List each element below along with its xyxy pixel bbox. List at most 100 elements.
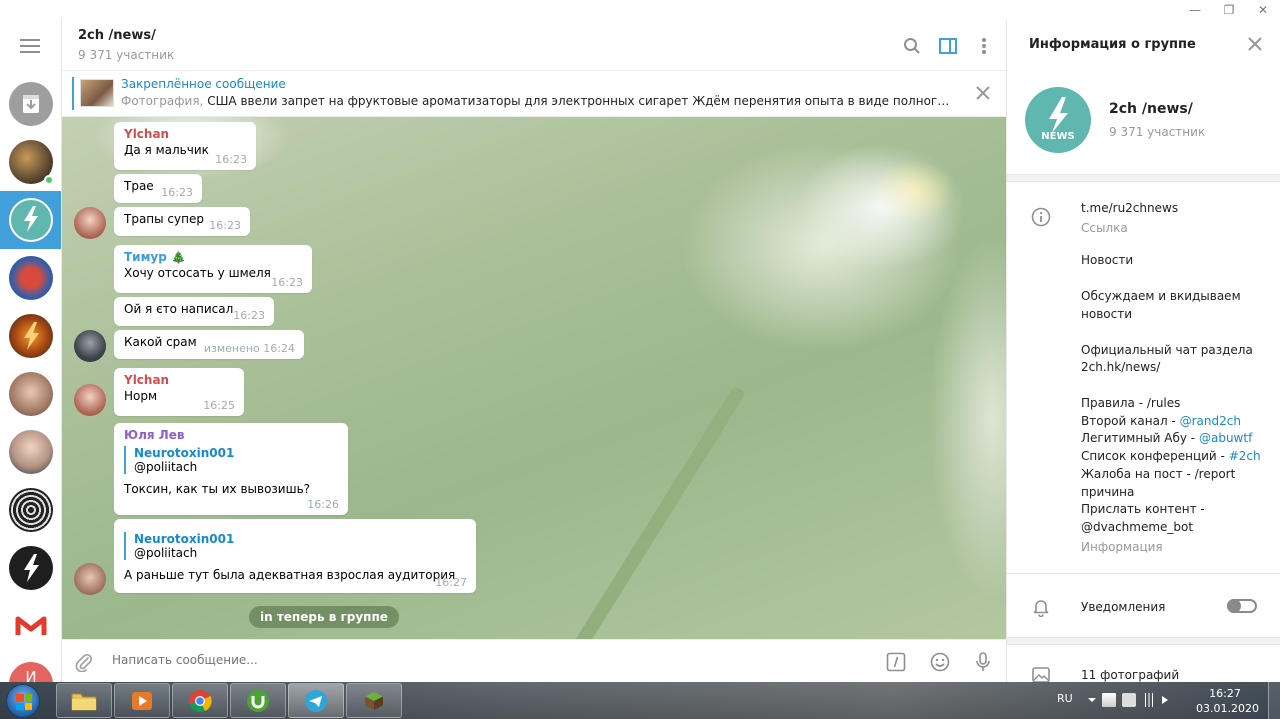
side-panel-icon[interactable] — [937, 35, 959, 57]
network-signal-icon[interactable] — [1142, 693, 1156, 707]
reply-quote[interactable]: Neurotoxin001 @poliitach — [124, 446, 338, 474]
chat-item-3[interactable] — [0, 249, 61, 307]
chat-item-4[interactable] — [0, 307, 61, 365]
bot-link[interactable]: @dvachmeme_bot — [1081, 520, 1193, 534]
message-bubble[interactable]: Ой я єто написал 16:23 — [114, 297, 274, 326]
grass-block-icon — [365, 691, 383, 710]
message-time: изменено 16:24 — [203, 342, 295, 355]
commands-icon[interactable] — [884, 650, 908, 674]
group-link[interactable]: t.me/ru2chnews — [1081, 201, 1178, 215]
message-bubble[interactable]: Ylchan Да я мальчик 16:23 — [114, 122, 256, 170]
message-time: 16:23 — [271, 276, 303, 289]
tray-icons — [1088, 693, 1176, 707]
utorrent-taskbar-button[interactable] — [230, 683, 286, 718]
compose-bar — [62, 639, 1006, 682]
archive-chat[interactable] — [0, 75, 61, 133]
show-desktop-button[interactable] — [1268, 682, 1280, 719]
flag-icon[interactable] — [1102, 693, 1116, 707]
message-time: 16:23 — [209, 219, 241, 232]
pinned-message-bar[interactable]: Закреплённое сообщение Фотография, США в… — [62, 71, 1006, 117]
menu-icon[interactable] — [20, 39, 40, 53]
description-link[interactable]: 2ch.hk/news/ — [1081, 360, 1160, 374]
user-link[interactable]: @abuwtf — [1199, 431, 1252, 445]
usb-icon[interactable] — [1122, 693, 1136, 707]
chrome-taskbar-button[interactable] — [172, 683, 228, 718]
pinned-kind: Фотография, — [121, 94, 204, 108]
start-button[interactable] — [6, 684, 40, 718]
explorer-taskbar-button[interactable] — [56, 683, 112, 718]
chat-title[interactable]: 2ch /news/ — [78, 28, 156, 43]
minecraft-taskbar-button[interactable] — [346, 683, 402, 718]
user-avatar[interactable] — [74, 384, 106, 416]
avatar — [9, 430, 53, 474]
notifications-label: Уведомления — [1081, 600, 1166, 614]
description-label: Информация — [1081, 540, 1163, 554]
windows-taskbar: RU 16:27 03.01.2020 — [0, 682, 1280, 719]
message-input[interactable] — [112, 653, 812, 667]
message-bubble[interactable]: Ylchan Норм 16:25 — [114, 368, 244, 416]
message-bubble[interactable]: Тимур 🎄 Хочу отсосать у шмеля 16:23 — [114, 245, 312, 293]
message-bubble[interactable]: Какой срам изменено 16:24 — [114, 330, 304, 359]
user-avatar[interactable] — [74, 207, 106, 239]
telegram-taskbar-button[interactable] — [288, 683, 344, 718]
reply-quote[interactable]: Neurotoxin001 @poliitach — [124, 532, 466, 560]
hashtag-link[interactable]: #2ch — [1229, 449, 1261, 463]
chat-item-5[interactable] — [0, 365, 61, 423]
photos-count[interactable]: 11 фотографий — [1081, 668, 1179, 682]
message-author[interactable]: Юля Лев — [124, 428, 338, 442]
divider — [1007, 174, 1280, 182]
close-pinned-icon[interactable] — [974, 84, 992, 102]
volume-icon[interactable] — [1162, 696, 1176, 704]
restore-button[interactable]: ❐ — [1212, 0, 1246, 19]
close-window-button[interactable]: ✕ — [1246, 0, 1280, 19]
reply-author: Neurotoxin001 — [134, 532, 235, 546]
media-player-taskbar-button[interactable] — [114, 683, 170, 718]
avatar — [9, 488, 53, 532]
chat-item-10[interactable]: И — [0, 655, 61, 682]
gmail-icon — [9, 604, 53, 648]
show-hidden-icons-icon[interactable] — [1088, 698, 1096, 702]
attach-icon[interactable] — [72, 650, 96, 674]
message-bubble[interactable]: Трапы супер 16:23 — [114, 207, 250, 236]
microphone-icon[interactable] — [971, 650, 995, 674]
chat-item-6[interactable] — [0, 423, 61, 481]
message-bubble[interactable]: Трае 16:23 — [114, 174, 202, 203]
clock-time: 16:27 — [1209, 687, 1241, 700]
chat-item-1[interactable] — [0, 133, 61, 191]
lightning-icon — [24, 322, 39, 350]
message-author[interactable]: Ylchan — [124, 127, 246, 141]
lightning-icon — [24, 554, 39, 582]
chat-member-count: 9 371 участник — [78, 48, 175, 62]
more-options-icon[interactable] — [973, 35, 995, 57]
message-author[interactable]: Ylchan — [124, 373, 234, 387]
chrome-icon — [189, 689, 212, 712]
service-message: in теперь в группе — [249, 606, 399, 628]
chat-item-2ch-news[interactable] — [0, 191, 61, 249]
language-indicator[interactable]: RU — [1057, 692, 1073, 705]
search-icon[interactable] — [901, 35, 923, 57]
chat-item-7[interactable] — [0, 481, 61, 539]
avatar-label: NEWS — [1041, 131, 1075, 142]
chat-item-8[interactable] — [0, 539, 61, 597]
user-avatar[interactable] — [74, 563, 106, 595]
user-avatar[interactable] — [74, 330, 106, 362]
pinned-accent-line — [72, 77, 74, 110]
messages-area[interactable]: Ylchan Да я мальчик 16:23 Трае 16:23 Тра… — [62, 117, 1006, 639]
emoji-icon[interactable] — [928, 650, 952, 674]
message-author[interactable]: Тимур 🎄 — [124, 250, 302, 264]
divider — [1007, 637, 1280, 645]
channel-link[interactable]: @rand2ch — [1180, 414, 1241, 428]
notifications-toggle[interactable] — [1227, 599, 1257, 613]
avatar — [9, 372, 53, 416]
system-clock[interactable]: 16:27 03.01.2020 — [1196, 686, 1259, 716]
message-bubble[interactable]: Юля Лев Neurotoxin001 @poliitach Токсин,… — [114, 423, 348, 515]
chat-item-9[interactable] — [0, 597, 61, 655]
description-line: Легитимный Абу - @abuwtf — [1081, 431, 1252, 445]
group-avatar[interactable]: NEWS — [1025, 87, 1091, 153]
message-bubble[interactable]: Neurotoxin001 @poliitach А раньше тут бы… — [114, 519, 476, 593]
minimize-button[interactable]: — — [1178, 0, 1212, 19]
bell-icon — [1031, 597, 1051, 618]
description-line: Обсуждаем и вкидываем — [1081, 289, 1241, 303]
close-icon[interactable] — [1246, 35, 1264, 53]
message-time: 16:26 — [307, 498, 339, 511]
